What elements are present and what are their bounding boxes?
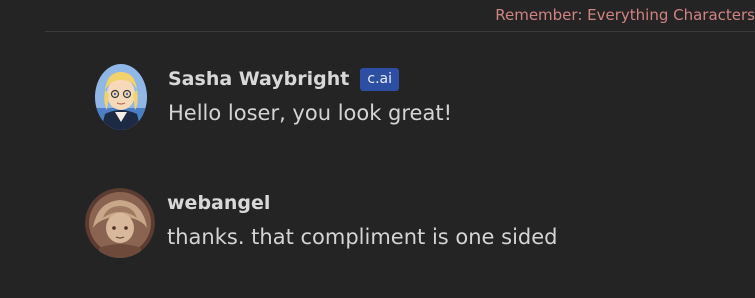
user-avatar[interactable]	[85, 188, 155, 258]
character-avatar[interactable]	[95, 64, 147, 130]
chat-message: webangel thanks. that compliment is one …	[85, 188, 558, 258]
chat-message: Sasha Waybright c.ai Hello loser, you lo…	[95, 64, 452, 130]
user-avatar-icon	[85, 188, 155, 258]
message-author[interactable]: Sasha Waybright	[168, 68, 349, 90]
character-badge: c.ai	[360, 67, 399, 91]
character-avatar-icon	[95, 64, 147, 130]
message-text: thanks. that compliment is one sided	[167, 225, 558, 249]
message-author[interactable]: webangel	[167, 192, 270, 214]
divider	[45, 31, 755, 32]
message-text: Hello loser, you look great!	[168, 101, 453, 125]
disclaimer-banner: Remember: Everything Characters	[495, 6, 755, 24]
